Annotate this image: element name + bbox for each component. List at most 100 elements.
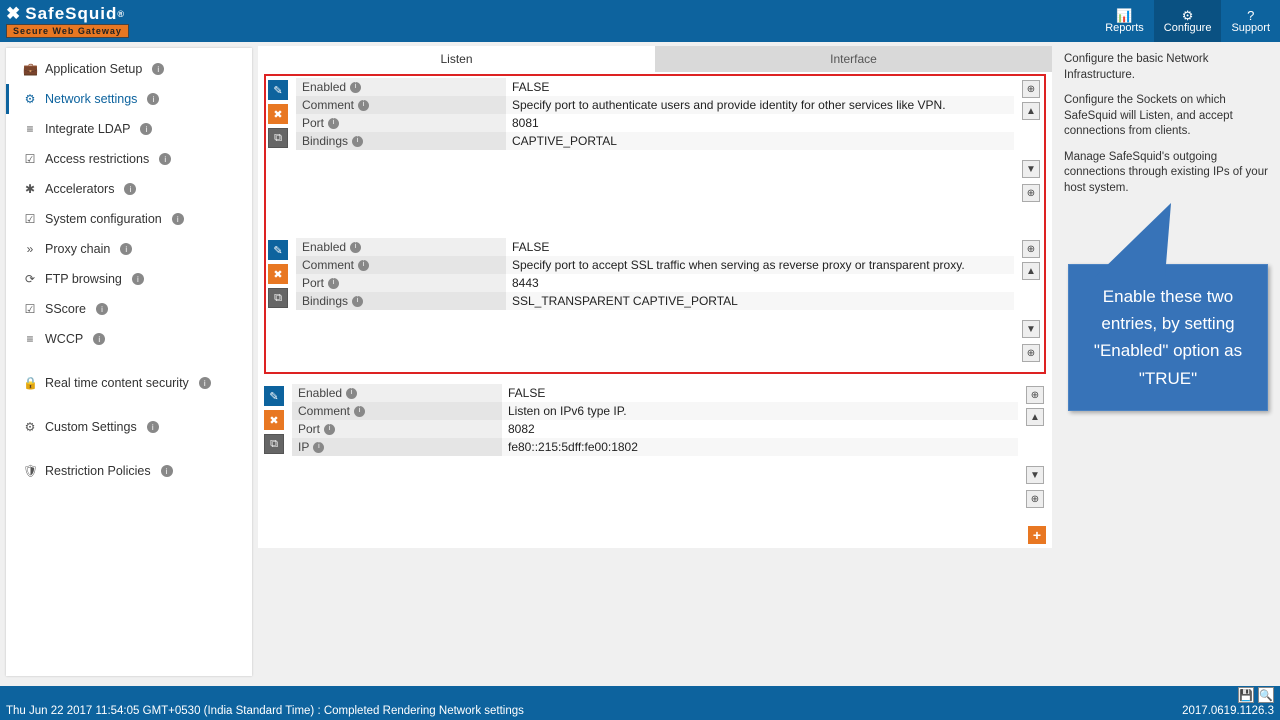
info-icon[interactable]: i bbox=[350, 242, 361, 253]
info-icon[interactable]: i bbox=[354, 406, 365, 417]
field-value: CAPTIVE_PORTAL bbox=[506, 132, 1014, 150]
tabs: ListenInterface bbox=[258, 46, 1052, 72]
sidebar-item-proxy-chain[interactable]: »Proxy chaini bbox=[6, 234, 252, 264]
footer-bar: Thu Jun 22 2017 11:54:05 GMT+0530 (India… bbox=[0, 686, 1280, 720]
info-icon[interactable]: i bbox=[352, 136, 363, 147]
info-icon[interactable]: i bbox=[350, 82, 361, 93]
field-label: Commenti bbox=[292, 402, 502, 420]
info-icon[interactable]: i bbox=[93, 333, 105, 345]
sidebar-item-ftp-browsing[interactable]: ⟳FTP browsingi bbox=[6, 264, 252, 294]
field-row: EnablediFALSE bbox=[296, 238, 1014, 256]
help-text: Configure the Sockets on which SafeSquid… bbox=[1064, 93, 1272, 140]
expand-button[interactable]: ⊕ bbox=[1022, 344, 1040, 362]
expand-button[interactable]: ⊕ bbox=[1026, 490, 1044, 508]
target-button[interactable]: ⊕ bbox=[1026, 386, 1044, 404]
sidebar-item-integrate-ldap[interactable]: ≡Integrate LDAPi bbox=[6, 114, 252, 144]
field-label: Enabledi bbox=[296, 78, 506, 96]
move-up-button[interactable]: ▲ bbox=[1022, 102, 1040, 120]
config-entry: ✎ ✖ ⧉ EnablediFALSECommentiSpecify port to … bbox=[268, 78, 1042, 202]
top-action-support[interactable]: ?Support bbox=[1221, 0, 1280, 42]
field-value: Specify port to accept SSL traffic when … bbox=[506, 256, 1014, 274]
delete-button[interactable]: ✖ bbox=[268, 104, 288, 124]
info-icon[interactable]: i bbox=[96, 303, 108, 315]
field-label: Commenti bbox=[296, 256, 506, 274]
clone-button[interactable]: ⧉ bbox=[268, 288, 288, 308]
edit-button[interactable]: ✎ bbox=[268, 240, 288, 260]
info-icon[interactable]: i bbox=[120, 243, 132, 255]
sidebar-icon: 💼 bbox=[23, 62, 37, 76]
move-up-button[interactable]: ▲ bbox=[1026, 408, 1044, 426]
sidebar-label: Custom Settings bbox=[45, 420, 137, 434]
field-value: FALSE bbox=[506, 78, 1014, 96]
brand-logo: ✖ SafeSquid ® bbox=[6, 4, 129, 24]
move-down-button[interactable]: ▼ bbox=[1022, 160, 1040, 178]
info-icon[interactable]: i bbox=[140, 123, 152, 135]
info-icon[interactable]: i bbox=[147, 93, 159, 105]
move-down-button[interactable]: ▼ bbox=[1022, 320, 1040, 338]
target-button[interactable]: ⊕ bbox=[1022, 80, 1040, 98]
save-icon[interactable]: 💾 bbox=[1238, 687, 1254, 703]
info-icon[interactable]: i bbox=[324, 424, 335, 435]
brand-name: SafeSquid bbox=[25, 4, 117, 24]
sidebar-item-network-settings[interactable]: ⚙Network settingsi bbox=[6, 84, 252, 114]
field-row: BindingsiSSL_TRANSPARENT CAPTIVE_PORTAL bbox=[296, 292, 1014, 310]
sidebar-icon: ⚙ bbox=[23, 420, 37, 434]
info-icon[interactable]: i bbox=[352, 296, 363, 307]
delete-button[interactable]: ✖ bbox=[268, 264, 288, 284]
info-icon[interactable]: i bbox=[161, 465, 173, 477]
info-icon[interactable]: i bbox=[159, 153, 171, 165]
callout-text: Enable these two entries, by setting "En… bbox=[1094, 287, 1242, 388]
info-icon[interactable]: i bbox=[346, 388, 357, 399]
info-icon[interactable]: i bbox=[147, 421, 159, 433]
info-icon[interactable]: i bbox=[328, 118, 339, 129]
info-icon[interactable]: i bbox=[132, 273, 144, 285]
edit-button[interactable]: ✎ bbox=[264, 386, 284, 406]
top-action-reports[interactable]: 📊Reports bbox=[1095, 0, 1154, 42]
info-icon[interactable]: i bbox=[328, 278, 339, 289]
help-text: Manage SafeSquid's outgoing connections … bbox=[1064, 150, 1272, 197]
info-icon[interactable]: i bbox=[152, 63, 164, 75]
clone-button[interactable]: ⧉ bbox=[268, 128, 288, 148]
info-icon[interactable]: i bbox=[124, 183, 136, 195]
sidebar-label: Network settings bbox=[45, 92, 137, 106]
sidebar-item-system-configuration[interactable]: ☑System configurationi bbox=[6, 204, 252, 234]
sidebar-item-application-setup[interactable]: 💼Application Setupi bbox=[6, 54, 252, 84]
sidebar-icon: 🛡 bbox=[23, 464, 37, 478]
tab-panel-listen: ✎✖⧉EnablediFALSECommentiSpecify port to … bbox=[258, 72, 1052, 548]
clone-button[interactable]: ⧉ bbox=[264, 434, 284, 454]
search-icon[interactable]: 🔍 bbox=[1258, 687, 1274, 703]
tab-interface[interactable]: Interface bbox=[655, 46, 1052, 72]
field-value: Specify port to authenticate users and p… bbox=[506, 96, 1014, 114]
info-icon[interactable]: i bbox=[199, 377, 211, 389]
sidebar-item-real-time-content-security[interactable]: 🔒Real time content securityi bbox=[6, 368, 252, 398]
sidebar-label: Proxy chain bbox=[45, 242, 110, 256]
sidebar-item-restriction-policies[interactable]: 🛡Restriction Policiesi bbox=[6, 456, 252, 486]
move-up-button[interactable]: ▲ bbox=[1022, 262, 1040, 280]
top-actions: 📊Reports⚙Configure?Support bbox=[1095, 0, 1280, 42]
info-icon[interactable]: i bbox=[358, 100, 369, 111]
sidebar-icon: ☑ bbox=[23, 302, 37, 316]
sidebar-label: Integrate LDAP bbox=[45, 122, 130, 136]
sidebar-item-custom-settings[interactable]: ⚙ Custom Settings i bbox=[6, 412, 252, 442]
top-bar: ✖ SafeSquid ® Secure Web Gateway 📊Report… bbox=[0, 0, 1280, 42]
top-action-configure[interactable]: ⚙Configure bbox=[1154, 0, 1222, 42]
field-row: CommentiSpecify port to authenticate use… bbox=[296, 96, 1014, 114]
field-value: SSL_TRANSPARENT CAPTIVE_PORTAL bbox=[506, 292, 1014, 310]
move-down-button[interactable]: ▼ bbox=[1026, 466, 1044, 484]
info-icon[interactable]: i bbox=[313, 442, 324, 453]
info-icon[interactable]: i bbox=[358, 260, 369, 271]
sidebar-item-sscore[interactable]: ☑SScorei bbox=[6, 294, 252, 324]
delete-button[interactable]: ✖ bbox=[264, 410, 284, 430]
sidebar-item-access-restrictions[interactable]: ☑Access restrictionsi bbox=[6, 144, 252, 174]
field-label: Enabledi bbox=[292, 384, 502, 402]
field-value: FALSE bbox=[506, 238, 1014, 256]
sidebar-item-wccp[interactable]: ≡WCCPi bbox=[6, 324, 252, 354]
info-icon[interactable]: i bbox=[172, 213, 184, 225]
tab-listen[interactable]: Listen bbox=[258, 46, 655, 72]
expand-button[interactable]: ⊕ bbox=[1022, 184, 1040, 202]
sidebar-item-accelerators[interactable]: ✱Acceleratorsi bbox=[6, 174, 252, 204]
add-entry-button[interactable]: + bbox=[1028, 526, 1046, 544]
edit-button[interactable]: ✎ bbox=[268, 80, 288, 100]
sidebar-icon: ☑ bbox=[23, 152, 37, 166]
target-button[interactable]: ⊕ bbox=[1022, 240, 1040, 258]
